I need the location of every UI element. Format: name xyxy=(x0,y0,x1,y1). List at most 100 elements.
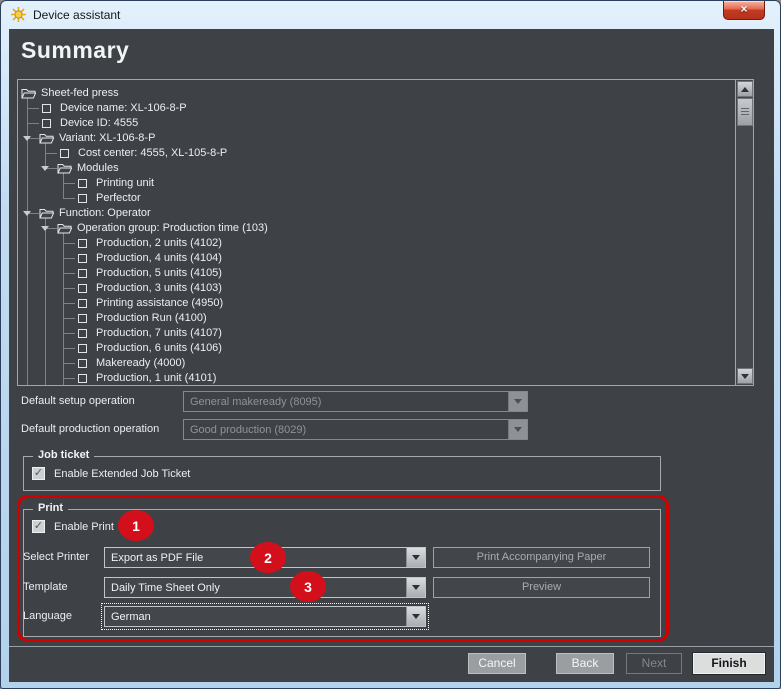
tree-item[interactable]: Device ID: 4555 xyxy=(18,116,735,131)
tree-item[interactable]: Variant: XL-106-8-P xyxy=(18,131,735,146)
tree-connector xyxy=(63,348,75,349)
print-title: Print xyxy=(33,502,69,514)
checkbox-empty-icon[interactable] xyxy=(78,269,87,278)
tree-item[interactable]: Production Run (4100) xyxy=(18,311,735,326)
tree-item[interactable]: Operation group: Production time (103) xyxy=(18,221,735,236)
check-glyph: ✓ xyxy=(33,467,44,479)
tree-item-label: Production, 1 unit (4101) xyxy=(96,372,217,384)
tree-item[interactable]: Printing assistance (4950) xyxy=(18,296,735,311)
tree-item-label: Makeready (4000) xyxy=(96,357,186,369)
tree-connector xyxy=(63,183,75,184)
tree-checkbox-icon[interactable] xyxy=(39,103,54,114)
tree-checkbox-icon[interactable] xyxy=(75,358,90,369)
close-button[interactable]: × xyxy=(723,1,765,20)
language-combobox[interactable]: German xyxy=(101,603,429,630)
checkbox-empty-icon[interactable] xyxy=(78,314,87,323)
tree-scrollbar[interactable] xyxy=(735,80,753,385)
folder-icon xyxy=(39,208,54,219)
dropdown-button xyxy=(508,420,527,439)
checkbox-empty-icon[interactable] xyxy=(78,179,87,188)
tree-item[interactable]: Function: Operator xyxy=(18,206,735,221)
folder-icon xyxy=(57,223,72,234)
dialog-content: Summary Sheet-fed press Device name: XL-1… xyxy=(9,29,774,682)
checkbox-empty-icon[interactable] xyxy=(78,329,87,338)
job-ticket-title: Job ticket xyxy=(33,449,95,461)
back-button[interactable]: Back xyxy=(556,653,614,674)
dropdown-button[interactable] xyxy=(406,607,425,626)
checkbox-empty-icon[interactable] xyxy=(78,284,87,293)
tree-item[interactable]: Modules xyxy=(18,161,735,176)
arrow-down-icon xyxy=(741,373,749,379)
tree-item-label: Printing assistance (4950) xyxy=(96,297,224,309)
default-setup-combobox: General makeready (8095) xyxy=(183,391,528,412)
checkbox-empty-icon[interactable] xyxy=(42,119,51,128)
checkbox-checked-icon[interactable]: ✓ xyxy=(32,520,45,533)
tree-checkbox-icon[interactable] xyxy=(75,328,90,339)
tree-checkbox-icon[interactable] xyxy=(75,178,90,189)
tree-item[interactable]: Makeready (4000) xyxy=(18,356,735,371)
language-label: Language xyxy=(23,610,72,622)
finish-button[interactable]: Finish xyxy=(693,653,765,674)
tree-connector xyxy=(63,288,75,289)
enable-print-row[interactable]: ✓ Enable Print xyxy=(32,520,114,533)
scroll-up-button[interactable] xyxy=(737,81,753,97)
tree-checkbox-icon[interactable] xyxy=(75,193,90,204)
template-label: Template xyxy=(23,581,68,593)
checkbox-empty-icon[interactable] xyxy=(78,374,87,383)
tree-checkbox-icon[interactable] xyxy=(39,118,54,129)
checkbox-empty-icon[interactable] xyxy=(78,359,87,368)
job-ticket-group: Job ticket ✓ Enable Extended Job Ticket xyxy=(23,449,661,491)
tree-checkbox-icon[interactable] xyxy=(75,238,90,249)
dropdown-button xyxy=(508,392,527,411)
tree-checkbox-icon[interactable] xyxy=(75,268,90,279)
tree-checkbox-icon[interactable] xyxy=(75,298,90,309)
tree-checkbox-icon[interactable] xyxy=(75,313,90,324)
tree-item[interactable]: Production, 7 units (4107) xyxy=(18,326,735,341)
cancel-button[interactable]: Cancel xyxy=(468,653,526,674)
tree-checkbox-icon[interactable] xyxy=(75,343,90,354)
tree-item[interactable]: Device name: XL-106-8-P xyxy=(18,101,735,116)
tree-connector xyxy=(63,303,75,304)
tree-checkbox-icon[interactable] xyxy=(57,148,72,159)
scrollbar-thumb[interactable] xyxy=(737,98,753,126)
tree-checkbox-icon[interactable] xyxy=(75,373,90,384)
tree-item[interactable]: Production, 6 units (4106) xyxy=(18,341,735,356)
tree-item[interactable]: Cost center: 4555, XL-105-8-P xyxy=(18,146,735,161)
checkbox-empty-icon[interactable] xyxy=(78,194,87,203)
expand-arrow-icon[interactable] xyxy=(23,211,31,216)
checkbox-empty-icon[interactable] xyxy=(78,239,87,248)
titlebar[interactable]: Device assistant × xyxy=(1,1,780,29)
tree-item[interactable]: Production, 2 units (4102) xyxy=(18,236,735,251)
expand-arrow-icon[interactable] xyxy=(23,136,31,141)
scroll-down-button[interactable] xyxy=(737,368,753,384)
tree-item[interactable]: Sheet-fed press xyxy=(18,86,735,101)
tree-item-label: Sheet-fed press xyxy=(41,87,119,99)
expand-arrow-icon[interactable] xyxy=(41,226,49,231)
tree-connector xyxy=(27,123,39,124)
checkbox-empty-icon[interactable] xyxy=(60,149,69,158)
tree-item-label: Production, 3 units (4103) xyxy=(96,282,222,294)
tree-item[interactable]: Production, 3 units (4103) xyxy=(18,281,735,296)
tree-checkbox-icon[interactable] xyxy=(75,253,90,264)
tree-item-label: Device name: XL-106-8-P xyxy=(60,102,187,114)
checkbox-empty-icon[interactable] xyxy=(78,299,87,308)
checkbox-empty-icon[interactable] xyxy=(78,344,87,353)
dropdown-button[interactable] xyxy=(406,548,425,567)
tree-checkbox-icon[interactable] xyxy=(75,283,90,294)
tree-item[interactable]: Perfector xyxy=(18,191,735,206)
checkbox-empty-icon[interactable] xyxy=(78,254,87,263)
thumb-grip-icon xyxy=(741,108,749,115)
template-combobox[interactable]: Daily Time Sheet Only xyxy=(104,577,426,598)
dropdown-button[interactable] xyxy=(406,578,425,597)
expand-arrow-icon[interactable] xyxy=(41,166,49,171)
tree-connector xyxy=(63,273,75,274)
checkbox-empty-icon[interactable] xyxy=(42,104,51,113)
tree-item[interactable]: Production, 5 units (4105) xyxy=(18,266,735,281)
folder-icon xyxy=(21,88,36,99)
tree-item[interactable]: Production, 4 units (4104) xyxy=(18,251,735,266)
tree-item-label: Production, 2 units (4102) xyxy=(96,237,222,249)
checkbox-checked-icon[interactable]: ✓ xyxy=(32,467,45,480)
tree-item[interactable]: Printing unit xyxy=(18,176,735,191)
tree-item[interactable]: Production, 1 unit (4101) xyxy=(18,371,735,385)
extended-job-ticket-row[interactable]: ✓ Enable Extended Job Ticket xyxy=(32,467,190,480)
